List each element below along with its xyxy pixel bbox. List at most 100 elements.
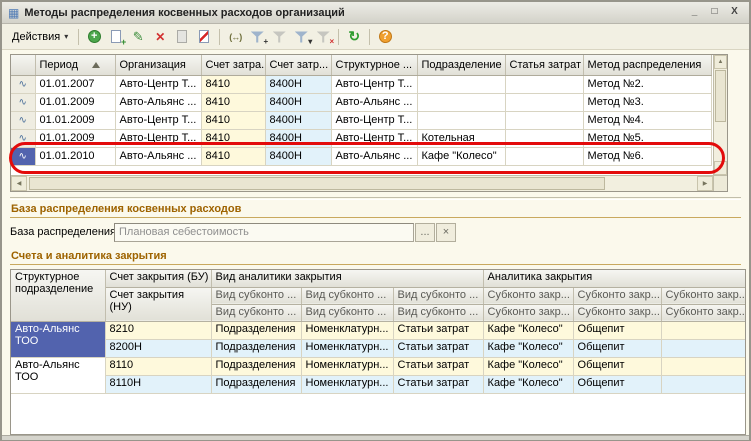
copy-button[interactable]: + [105,27,127,47]
add-button[interactable]: + [83,27,105,47]
methods-header-row: Период Организация Счет затра... Счет за… [11,55,711,75]
column-header-account-bu[interactable]: Счет затра... [201,55,265,75]
column-header-closing-account-nu[interactable]: Счет закрытия (НУ) [105,287,211,321]
maximize-button[interactable]: □ [706,5,723,20]
column-header-subconto-3b[interactable]: Субконто закр... [661,304,745,321]
record-icon: ∿ [11,147,35,165]
copy-icon [111,30,121,43]
clear-field-button[interactable]: × [436,223,456,242]
column-header-account-nu[interactable]: Счет затр... [265,55,331,75]
table-row-selected[interactable]: ∿ 01.01.2010 Авто-Альянс ... 8410 8400Н … [11,147,711,165]
column-header-unit[interactable]: Структурное ... [331,55,417,75]
closing-row[interactable]: 8200Н Подразделения Номенклатурн... Стат… [11,339,745,357]
scroll-up-button[interactable]: ▲ [714,55,727,69]
toolbar-separator [219,29,220,45]
help-icon: ? [379,30,392,43]
column-header-structural-unit[interactable]: Структурное подразделение [11,270,105,321]
toolbar-separator [369,29,370,45]
base-field-input[interactable]: Плановая себестоимость [114,223,414,242]
window-title: Методы распределения косвенных расходов … [24,7,683,19]
column-header-subdivision[interactable]: Подразделение [417,55,505,75]
closing-row[interactable]: 8110Н Подразделения Номенклатурн... Стат… [11,375,745,393]
base-field-label: База распределения: [10,226,114,238]
form-body: Период Организация Счет затра... Счет за… [2,50,749,435]
column-header-subconto-2b[interactable]: Субконто закр... [573,304,661,321]
scrollbar-thumb[interactable] [29,177,605,190]
help-button[interactable]: ? [374,27,396,47]
column-header-closing-account-bu[interactable]: Счет закрытия (БУ) [105,270,211,287]
filter-settings-icon [251,31,264,43]
scroll-left-button[interactable]: ◀ [11,176,27,191]
closing-row[interactable]: Авто-Альянс ТОО 8210 Подразделения Номен… [11,321,745,339]
column-header-method[interactable]: Метод распределения [583,55,711,75]
date-interval-icon: (↔) [229,32,241,42]
column-header-kind-subconto-2[interactable]: Вид субконто ... [301,287,393,304]
undelete-button[interactable] [193,27,215,47]
row-icon-header [11,55,35,75]
structural-unit-cell-selected[interactable]: Авто-Альянс ТОО [11,321,105,357]
toolbar-separator [338,29,339,45]
column-header-subconto-2[interactable]: Субконто закр... [573,287,661,304]
record-icon: ∿ [11,75,35,93]
column-header-kind-subconto-3b[interactable]: Вид субконто ... [393,304,483,321]
deletion-mark-button[interactable] [171,27,193,47]
edit-icon: ✎ [133,29,144,45]
closing-row[interactable]: Авто-Альянс ТОО 8110 Подразделения Номен… [11,357,745,375]
list-grid-icon: ▦ [8,7,19,19]
column-header-subconto-1b[interactable]: Субконто закр... [483,304,573,321]
filter-button[interactable] [268,27,290,47]
close-button[interactable]: X [726,5,743,20]
clear-filter-icon [317,31,330,43]
filter-settings-button[interactable]: + [246,27,268,47]
clear-filter-button[interactable]: × [312,27,334,47]
structural-unit-cell[interactable]: Авто-Альянс ТОО [11,357,105,393]
scroll-right-button[interactable]: ▶ [697,176,713,191]
closing-header-row-1: Структурное подразделение Счет закрытия … [11,270,745,287]
column-header-kind-subconto-1b[interactable]: Вид субконто ... [211,304,301,321]
column-group-kind-of-analytics[interactable]: Вид аналитики закрытия [211,270,483,287]
column-header-kind-subconto-3[interactable]: Вид субконто ... [393,287,483,304]
toolbar: Действия ▾ + + ✎ ✕ (↔) + [2,24,749,50]
actions-menu-button[interactable]: Действия ▾ [6,29,74,45]
filter-history-icon [295,31,308,43]
window-resize-edge[interactable] [2,435,749,440]
minimize-button[interactable]: _ [686,5,703,20]
undelete-icon [199,30,209,43]
column-header-cost-item[interactable]: Статья затрат [505,55,583,75]
edit-button[interactable]: ✎ [127,27,149,47]
scroll-down-button[interactable]: ▼ [714,161,727,175]
column-group-analytics[interactable]: Аналитика закрытия [483,270,745,287]
toolbar-separator [78,29,79,45]
vertical-scrollbar[interactable]: ▲ ▼ [713,55,727,175]
scrollbar-corner [713,175,727,191]
divider [10,197,741,200]
table-row[interactable]: ∿ 01.01.2009 Авто-Центр Т... 8410 8400Н … [11,129,711,147]
column-header-subconto-3[interactable]: Субконто закр... [661,287,745,304]
section-title-base: База распределения косвенных расходов [10,201,741,218]
add-icon: + [88,30,101,43]
column-header-kind-subconto-1[interactable]: Вид субконто ... [211,287,301,304]
column-header-kind-subconto-2b[interactable]: Вид субконто ... [301,304,393,321]
filter-history-button[interactable]: ▾ [290,27,312,47]
scrollbar-thumb[interactable] [715,70,726,122]
column-header-subconto-1[interactable]: Субконто закр... [483,287,573,304]
table-row[interactable]: ∿ 01.01.2009 Авто-Альянс ... 8410 8400Н … [11,93,711,111]
horizontal-scrollbar[interactable]: ◀ ▶ [11,175,713,191]
delete-button[interactable]: ✕ [149,27,171,47]
choose-button[interactable]: ... [415,223,435,242]
date-interval-button[interactable]: (↔) [224,27,246,47]
refresh-button[interactable]: ↻ [343,27,365,47]
methods-list: Период Организация Счет затра... Счет за… [10,54,728,192]
table-row[interactable]: ∿ 01.01.2007 Авто-Центр Т... 8410 8400Н … [11,75,711,93]
title-bar: ▦ Методы распределения косвенных расходо… [2,2,749,24]
closing-header-row-2: Счет закрытия (НУ) Вид субконто ... Вид … [11,287,745,304]
refresh-icon: ↻ [348,28,360,45]
deletion-mark-icon [177,30,187,43]
closing-accounts-list: Структурное подразделение Счет закрытия … [10,269,746,435]
delete-icon: ✕ [155,30,165,44]
column-header-period[interactable]: Период [35,55,115,75]
record-icon: ∿ [11,129,35,147]
base-field-row: База распределения: Плановая себестоимос… [10,222,741,242]
column-header-org[interactable]: Организация [115,55,201,75]
table-row[interactable]: ∿ 01.01.2009 Авто-Центр Т... 8410 8400Н … [11,111,711,129]
